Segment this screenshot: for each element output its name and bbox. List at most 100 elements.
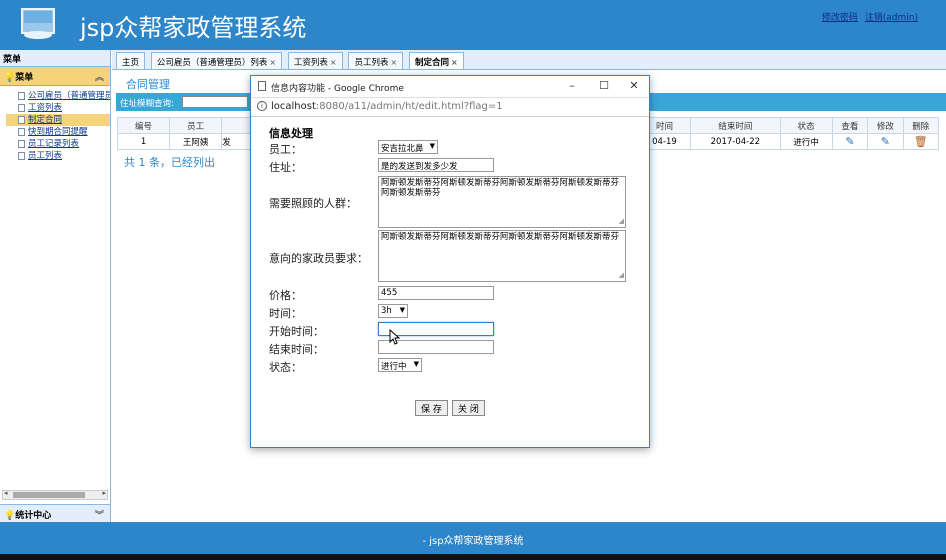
minimize-icon[interactable]: –: [561, 79, 583, 92]
url-path: :8080/a11/admin/ht/edit.html?flag=1: [315, 101, 503, 112]
close-icon[interactable]: ×: [330, 58, 337, 67]
sidebar-item-staff[interactable]: 员工列表: [18, 150, 110, 162]
employee-value: 安吉拉北鼻: [381, 144, 424, 154]
sidebar-item-label: 员工列表: [28, 151, 63, 161]
sidebar-item-label: 公司雇员（普通管理员）: [28, 91, 110, 101]
price-input[interactable]: 455: [378, 286, 494, 300]
cell-end-time: 2017-04-22: [690, 133, 781, 150]
start-time-label: 开始时间：: [269, 325, 324, 338]
column-header: 查看: [831, 117, 869, 134]
employee-select[interactable]: 安吉拉北鼻 ▼: [378, 140, 438, 154]
sidebar-item-label: 员工记录列表: [28, 139, 80, 149]
document-icon: [18, 92, 25, 100]
dialog-titlebar[interactable]: 信息内容功能 - Google Chrome – ☐ ✕: [251, 76, 649, 98]
document-icon: [18, 128, 25, 136]
status-value: 进行中: [381, 362, 407, 372]
tab-label: 员工列表: [354, 58, 389, 68]
resize-grip-icon[interactable]: ◢: [619, 216, 624, 226]
mouse-cursor-icon: [389, 329, 401, 345]
address-value: 是的发送到发多少发: [381, 162, 458, 172]
sidebar-item-contract[interactable]: 制定合同: [6, 114, 110, 126]
scroll-left-icon[interactable]: ◂: [4, 489, 8, 497]
dialog-title: 信息内容功能 - Google Chrome: [271, 84, 404, 94]
search-label: 住址模糊查询:: [120, 99, 174, 109]
address-label: 住址：: [269, 161, 302, 174]
care-label: 需要照顾的人群：: [269, 197, 357, 210]
logout-link[interactable]: 注销(admin): [865, 13, 918, 23]
tab-contract[interactable]: 制定合同 ×: [408, 52, 464, 69]
tab-salary[interactable]: 工资列表 ×: [287, 52, 343, 69]
cell-employee: 王阿姨: [169, 133, 223, 150]
chevron-up-icon[interactable]: ︽: [95, 70, 104, 83]
sidebar-item-records[interactable]: 员工记录列表: [18, 138, 110, 150]
edit-dialog: 信息内容功能 - Google Chrome – ☐ ✕ i localhost…: [250, 75, 650, 448]
horizontal-scrollbar[interactable]: ◂ ▸: [2, 489, 108, 500]
cell-status: 进行中: [779, 133, 833, 150]
sidebar-item-label: 工资列表: [28, 103, 63, 113]
dropdown-arrow-icon: ▼: [413, 360, 419, 368]
document-icon: [18, 116, 25, 124]
column-header: 结束时间: [690, 117, 781, 134]
maximize-icon[interactable]: ☐: [593, 79, 615, 92]
time-select[interactable]: 3h ▼: [378, 304, 408, 318]
scroll-right-icon[interactable]: ▸: [102, 489, 106, 497]
change-password-link[interactable]: 修改密码: [822, 13, 858, 23]
tab-label: 主页: [122, 58, 140, 68]
url-text[interactable]: localhost:8080/a11/admin/ht/edit.html?fl…: [271, 101, 503, 112]
menu-panel-header[interactable]: 💡菜单 ︽: [0, 67, 110, 86]
edit-icon[interactable]: ✎: [881, 135, 890, 148]
search-input[interactable]: [182, 96, 248, 108]
address-input[interactable]: 是的发送到发多少发: [378, 158, 494, 172]
trash-icon[interactable]: 🗑: [914, 135, 928, 148]
result-summary: 共 1 条，已经列出: [124, 156, 215, 169]
info-icon[interactable]: i: [257, 101, 267, 111]
taskbar: [0, 554, 946, 560]
view-cell: ✎: [831, 133, 869, 150]
status-label: 状态：: [269, 361, 302, 374]
stats-panel-header[interactable]: 💡统计中心 ︾: [0, 504, 110, 522]
tab-home[interactable]: 主页: [116, 52, 146, 69]
tab-label: 制定合同: [414, 58, 449, 68]
bulb-icon: 💡: [4, 511, 16, 521]
end-time-label: 结束时间：: [269, 343, 324, 356]
close-icon[interactable]: ×: [451, 58, 458, 67]
url-bar[interactable]: i localhost:8080/a11/admin/ht/edit.html?…: [251, 98, 649, 117]
bulb-icon: 💡: [4, 73, 16, 83]
url-host: localhost: [271, 101, 316, 112]
chevron-down-icon[interactable]: ︾: [95, 508, 104, 521]
status-select[interactable]: 进行中 ▼: [378, 358, 422, 372]
resize-grip-icon[interactable]: ◢: [619, 270, 624, 280]
footer: - jsp众帮家政管理系统: [0, 522, 946, 554]
sidebar-item-label: 快到期合同提醒: [28, 127, 88, 137]
edit-cell: ✎: [867, 133, 904, 150]
scrollbar-thumb[interactable]: [13, 492, 85, 498]
close-icon[interactable]: ×: [390, 58, 397, 67]
close-button[interactable]: 关 闭: [452, 400, 485, 416]
close-icon[interactable]: ×: [269, 58, 276, 67]
close-icon[interactable]: ✕: [623, 79, 645, 92]
view-icon[interactable]: ✎: [845, 135, 854, 148]
document-icon: [18, 140, 25, 148]
column-header: 员工: [169, 117, 223, 134]
tab-employees[interactable]: 公司雇员（普通管理员）列表 ×: [150, 52, 283, 69]
footer-text: - jsp众帮家政管理系统: [422, 536, 524, 547]
sidebar-item-salary[interactable]: 工资列表: [18, 102, 110, 114]
requirement-textarea[interactable]: 阿斯顿发斯蒂芬阿斯顿发斯蒂芬阿斯顿发斯蒂芬阿斯顿发斯蒂芬 ◢: [378, 230, 626, 282]
tab-staff[interactable]: 员工列表 ×: [348, 52, 404, 69]
save-button[interactable]: 保 存: [415, 400, 448, 416]
requirement-label: 意向的家政员要求：: [269, 252, 368, 265]
form-title: 信息处理: [269, 127, 313, 140]
column-header: 删除: [902, 117, 940, 134]
sidebar-item-employees[interactable]: 公司雇员（普通管理员）: [18, 90, 110, 102]
care-textarea[interactable]: 阿斯顿发斯蒂芬阿斯顿发斯蒂芬阿斯顿发斯蒂芬阿斯顿发斯蒂芬阿斯顿发斯蒂芬 ◢: [378, 176, 626, 228]
price-label: 价格：: [269, 289, 302, 302]
column-header: 编号: [116, 117, 171, 134]
requirement-value: 阿斯顿发斯蒂芬阿斯顿发斯蒂芬阿斯顿发斯蒂芬阿斯顿发斯蒂芬: [381, 232, 620, 242]
sidebar-menu: 公司雇员（普通管理员） 工资列表 制定合同 快到期合同提醒 员工记录列表 员工列…: [0, 86, 110, 162]
dropdown-arrow-icon: ▼: [399, 306, 405, 314]
time-label: 时间：: [269, 307, 302, 320]
sidebar-item-expiring[interactable]: 快到期合同提醒: [18, 126, 110, 138]
cell-id: 1: [116, 133, 171, 150]
care-value: 阿斯顿发斯蒂芬阿斯顿发斯蒂芬阿斯顿发斯蒂芬阿斯顿发斯蒂芬阿斯顿发斯蒂芬: [381, 178, 620, 198]
column-header: 修改: [867, 117, 904, 134]
